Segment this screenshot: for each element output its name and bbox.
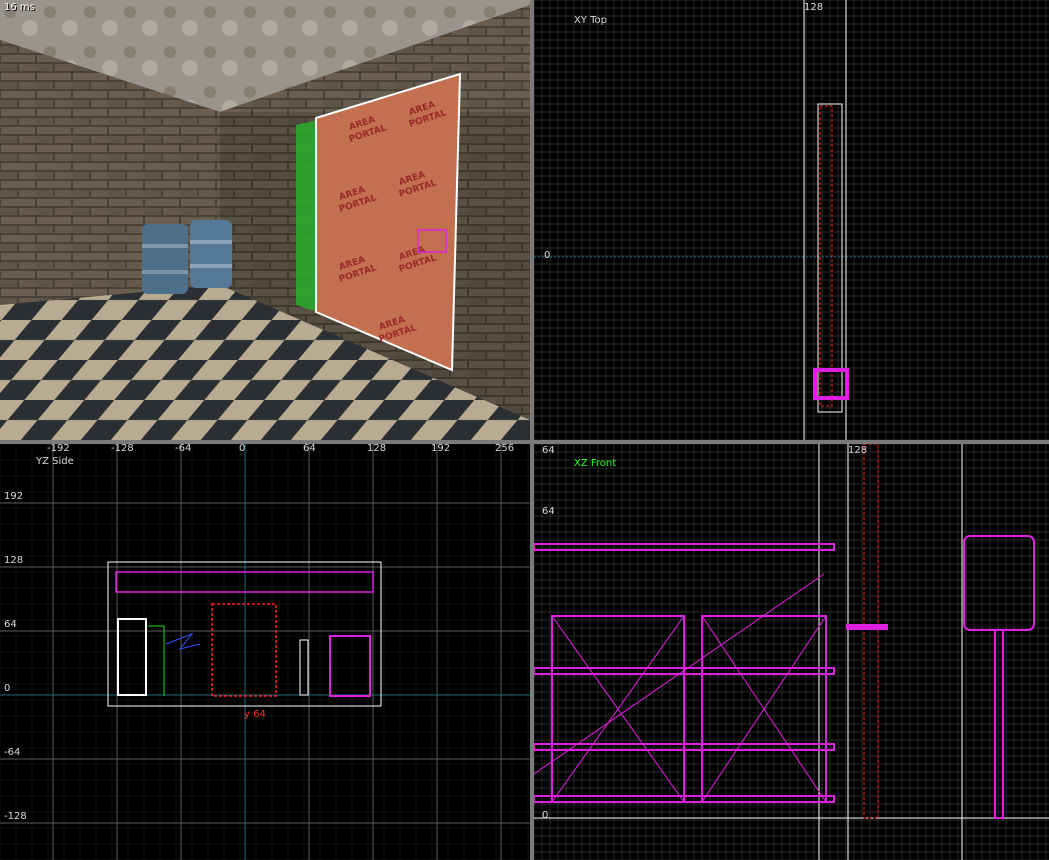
- ruler-x-label: 128: [848, 445, 868, 456]
- front-grid: [534, 444, 1049, 860]
- viewport-xz-front[interactable]: XZ Front 128 64 64 0: [534, 444, 1049, 860]
- selected-portal: [211, 603, 277, 697]
- viewport-title: XZ Front: [574, 458, 617, 469]
- ruler-x-label: 192: [431, 444, 451, 454]
- viewport-3d-camera[interactable]: AREA PORTAL AREA PORTAL AREA PORTAL AREA…: [0, 0, 530, 440]
- ruler-y-label: -64: [4, 747, 21, 758]
- top-grid: [534, 0, 1049, 440]
- ruler-y-label-top: 64: [542, 445, 555, 456]
- barrel-props: [142, 220, 232, 294]
- ruler-x-label: -128: [111, 444, 134, 454]
- ruler-y-label: 0: [544, 250, 551, 261]
- viewport-title: XY Top: [574, 15, 608, 26]
- shelf-beam: [534, 543, 835, 551]
- ruler-x-label: 0: [239, 444, 246, 454]
- viewport-yz-side[interactable]: YZ Side -192 -128 -64 0 64 128 192 256 192 128 64 0…: [0, 444, 530, 860]
- ruler-x-label: 128: [367, 444, 387, 454]
- entity-handle: [846, 624, 888, 630]
- ruler-y-label: 0: [4, 683, 11, 694]
- ruler-x-label: 64: [303, 444, 316, 454]
- viewport-xy-top[interactable]: XY Top 128 0: [534, 0, 1049, 440]
- ruler-y-label-zero: 0: [542, 810, 549, 821]
- selection-size-label: y 64: [244, 709, 266, 720]
- ruler-x-label: 128: [804, 2, 824, 13]
- viewport-title: YZ Side: [36, 456, 74, 467]
- ruler-y-label: 128: [4, 555, 24, 566]
- ruler-y-label-mid: 64: [542, 506, 555, 517]
- ruler-y-label: 64: [4, 619, 17, 630]
- ruler-x-label: -64: [175, 444, 192, 454]
- ruler-x-label: 256: [495, 444, 515, 454]
- ruler-y-label: 192: [4, 491, 24, 502]
- camera-scene: AREA PORTAL AREA PORTAL AREA PORTAL AREA…: [0, 0, 530, 440]
- ruler-y-label: -128: [4, 811, 27, 822]
- ruler-x-label: -192: [47, 444, 70, 454]
- frame-time: 16 ms: [4, 2, 35, 13]
- side-grid: [0, 444, 530, 860]
